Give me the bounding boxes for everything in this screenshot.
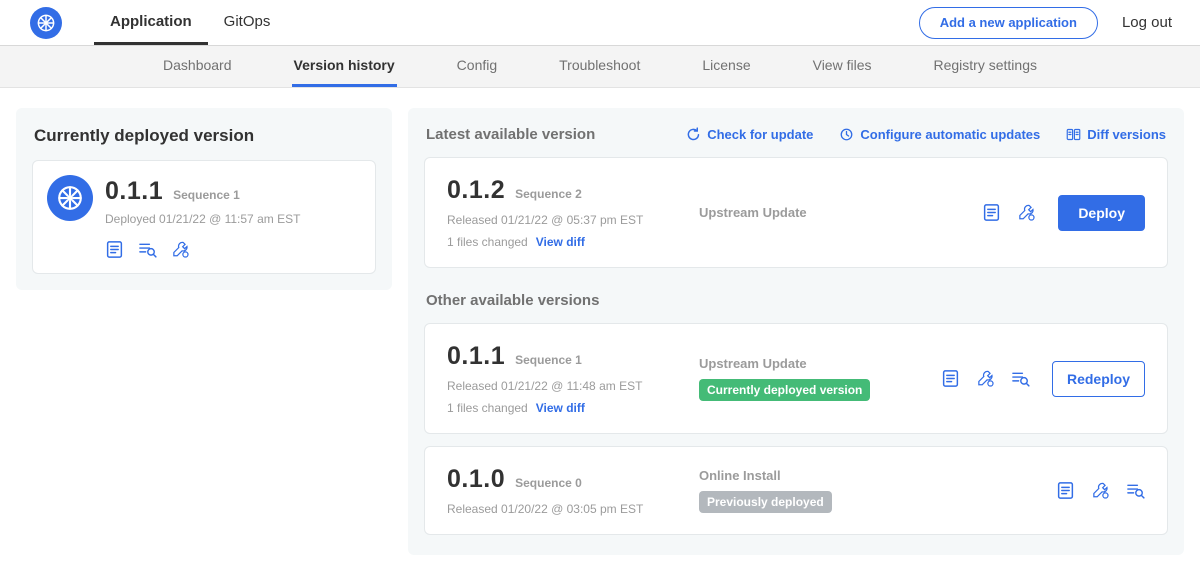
tab-gitops-label: GitOps	[224, 13, 271, 30]
subnav-dashboard[interactable]: Dashboard	[161, 46, 234, 87]
other-available-versions-title: Other available versions	[426, 292, 1166, 309]
version-info: 0.1.2 Sequence 2 Released 01/21/22 @ 05:…	[447, 176, 699, 249]
release-notes-icon[interactable]	[982, 203, 1001, 222]
view-diff-link[interactable]: View diff	[536, 235, 585, 249]
edit-config-icon[interactable]	[1091, 481, 1110, 500]
subnav-config[interactable]: Config	[455, 46, 499, 87]
view-files-icon[interactable]	[1011, 369, 1030, 388]
diff-versions-label: Diff versions	[1087, 127, 1166, 142]
released-timestamp: Released 01/20/22 @ 03:05 pm EST	[447, 502, 699, 516]
subnav-license[interactable]: License	[700, 46, 752, 87]
tab-application-label: Application	[110, 13, 192, 30]
currently-deployed-title: Currently deployed version	[34, 126, 374, 146]
source-label: Upstream Update	[699, 205, 807, 220]
diff-icon	[1066, 127, 1081, 142]
version-info: 0.1.1 Sequence 1 Released 01/21/22 @ 11:…	[447, 342, 699, 415]
source-label: Online Install	[699, 468, 781, 483]
subnav-troubleshoot[interactable]: Troubleshoot	[557, 46, 642, 87]
subnav-registry-settings[interactable]: Registry settings	[932, 46, 1039, 87]
version-sequence: Sequence 1	[515, 353, 582, 367]
logout-link[interactable]: Log out	[1122, 14, 1172, 31]
version-card-0-1-2: 0.1.2 Sequence 2 Released 01/21/22 @ 05:…	[424, 157, 1168, 268]
release-notes-icon[interactable]	[1056, 481, 1075, 500]
version-number: 0.1.0	[447, 465, 505, 494]
source-label: Upstream Update	[699, 356, 807, 371]
diff-versions-button[interactable]: Diff versions	[1066, 127, 1166, 142]
tab-gitops[interactable]: GitOps	[208, 0, 287, 45]
version-number: 0.1.2	[447, 176, 505, 205]
currently-deployed-panel: Currently deployed version 0.1.1 Sequenc…	[16, 108, 392, 290]
version-source: Online Install Previously deployed	[699, 468, 1056, 513]
version-sequence: Sequence 2	[515, 187, 582, 201]
deployed-version-number: 0.1.1	[105, 177, 163, 206]
topbar-right: Add a new application Log out	[919, 0, 1200, 45]
view-files-icon[interactable]	[1126, 481, 1145, 500]
configure-automatic-updates-button[interactable]: Configure automatic updates	[839, 127, 1040, 142]
deployed-version-info: 0.1.1 Sequence 1 Deployed 01/21/22 @ 11:…	[105, 175, 300, 259]
check-for-update-button[interactable]: Check for update	[686, 127, 813, 142]
deployed-version-card: 0.1.1 Sequence 1 Deployed 01/21/22 @ 11:…	[32, 160, 376, 274]
app-logo-wrap	[0, 0, 62, 45]
deployed-timestamp: Deployed 01/21/22 @ 11:57 am EST	[105, 212, 300, 226]
kubernetes-logo-icon	[30, 7, 62, 39]
primary-tabs: Application GitOps	[94, 0, 286, 45]
deploy-button[interactable]: Deploy	[1058, 195, 1145, 231]
latest-available-title: Latest available version	[426, 126, 595, 143]
release-notes-icon[interactable]	[941, 369, 960, 388]
released-timestamp: Released 01/21/22 @ 05:37 pm EST	[447, 213, 699, 227]
configure-automatic-updates-label: Configure automatic updates	[860, 127, 1040, 142]
available-versions-panel: Latest available version Check for updat…	[408, 108, 1184, 555]
version-card-0-1-0: 0.1.0 Sequence 0 Released 01/20/22 @ 03:…	[424, 446, 1168, 535]
subnav-view-files[interactable]: View files	[811, 46, 874, 87]
previously-deployed-badge: Previously deployed	[699, 491, 832, 513]
version-source: Upstream Update	[699, 205, 982, 220]
released-timestamp: Released 01/21/22 @ 11:48 am EST	[447, 379, 699, 393]
version-sequence: Sequence 0	[515, 476, 582, 490]
app-icon	[47, 175, 93, 221]
available-panel-header: Latest available version Check for updat…	[426, 126, 1166, 143]
edit-config-icon[interactable]	[1017, 203, 1036, 222]
version-actions	[1056, 481, 1145, 500]
add-application-button[interactable]: Add a new application	[919, 7, 1098, 39]
top-navigation-bar: Application GitOps Add a new application…	[0, 0, 1200, 46]
view-diff-link[interactable]: View diff	[536, 401, 585, 415]
release-notes-icon[interactable]	[105, 240, 124, 259]
version-source: Upstream Update Currently deployed versi…	[699, 356, 941, 401]
schedule-icon	[839, 127, 854, 142]
view-files-icon[interactable]	[138, 240, 157, 259]
deployed-sequence: Sequence 1	[173, 188, 240, 202]
files-changed: 1 files changed	[447, 401, 528, 415]
tab-application[interactable]: Application	[94, 0, 208, 45]
deployed-actions	[105, 240, 300, 259]
version-actions: Deploy	[982, 195, 1145, 231]
version-card-0-1-1: 0.1.1 Sequence 1 Released 01/21/22 @ 11:…	[424, 323, 1168, 434]
refresh-icon	[686, 127, 701, 142]
files-changed: 1 files changed	[447, 235, 528, 249]
app-sub-navigation: Dashboard Version history Config Trouble…	[0, 46, 1200, 88]
version-actions: Redeploy	[941, 361, 1145, 397]
main-content: Currently deployed version 0.1.1 Sequenc…	[0, 88, 1200, 564]
redeploy-button[interactable]: Redeploy	[1052, 361, 1145, 397]
subnav-version-history[interactable]: Version history	[292, 46, 397, 87]
version-number: 0.1.1	[447, 342, 505, 371]
edit-config-icon[interactable]	[976, 369, 995, 388]
currently-deployed-badge: Currently deployed version	[699, 379, 870, 401]
version-info: 0.1.0 Sequence 0 Released 01/20/22 @ 03:…	[447, 465, 699, 516]
panel-header-actions: Check for update Configure automatic upd…	[686, 127, 1166, 142]
check-for-update-label: Check for update	[707, 127, 813, 142]
edit-config-icon[interactable]	[171, 240, 190, 259]
